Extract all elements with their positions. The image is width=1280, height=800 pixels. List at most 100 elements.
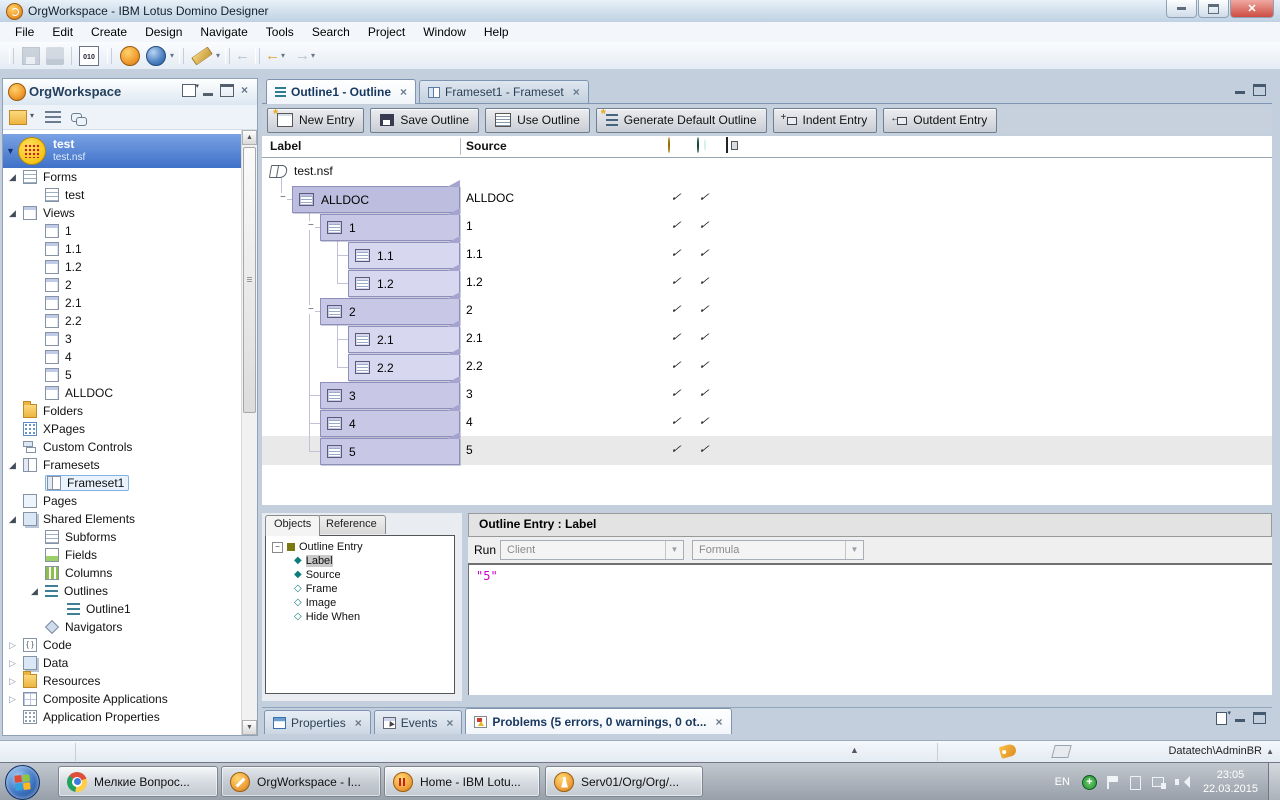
filter-icon[interactable]	[45, 111, 61, 124]
generate-default-outline-button[interactable]: Generate Default Outline	[596, 108, 767, 133]
new-entry-button[interactable]: New Entry	[267, 108, 364, 133]
dropdown-arrow-icon[interactable]: ▾	[170, 51, 174, 60]
menu-item-help[interactable]: Help	[475, 23, 518, 41]
close-tab-icon[interactable]: ×	[400, 87, 407, 97]
tree-item-navigators[interactable]: Navigators	[3, 618, 242, 636]
tree-item-forms[interactable]: ◢Forms	[3, 168, 242, 186]
objects-item-label[interactable]: ◆Label	[266, 554, 454, 568]
notes-visible-check[interactable]: ✓	[670, 414, 683, 428]
tree-item-2.2[interactable]: 2.2	[3, 312, 242, 330]
tree-item-views[interactable]: ◢Views	[3, 204, 242, 222]
expand-status-icon[interactable]: ▲	[850, 745, 859, 755]
collapse-toggle[interactable]: −	[279, 193, 287, 202]
tree-item-1.1[interactable]: 1.1	[3, 240, 242, 258]
scroll-down-icon[interactable]: ▼	[242, 720, 257, 735]
expander-icon[interactable]: ◢	[9, 460, 23, 470]
taskbar-button-мелкие-вопрос...[interactable]: Мелкие Вопрос...	[58, 766, 218, 797]
expander-icon[interactable]: ▷	[9, 676, 23, 686]
objects-item-source[interactable]: ◆Source	[266, 568, 454, 582]
menu-item-project[interactable]: Project	[359, 23, 414, 41]
minimize-button[interactable]	[1166, 0, 1197, 18]
outline-entry-2[interactable]: 2	[320, 298, 460, 325]
minimize-view-icon[interactable]	[203, 85, 213, 96]
notes-visible-check[interactable]: ✓	[670, 302, 683, 316]
tree-item-5[interactable]: 5	[3, 366, 242, 384]
web-visible-check[interactable]: ✓	[698, 218, 711, 232]
expander-icon[interactable]: ▼	[3, 146, 18, 156]
new-application-icon[interactable]	[9, 110, 27, 125]
tree-item-frameset1[interactable]: Frameset1	[3, 474, 242, 492]
tree-item-resources[interactable]: ▷Resources	[3, 672, 242, 690]
security-tag-icon[interactable]	[999, 743, 1018, 759]
bottom-tab-properties[interactable]: Properties×	[264, 710, 371, 734]
menu-item-search[interactable]: Search	[303, 23, 359, 41]
forward-arrow-icon[interactable]: →	[295, 47, 310, 65]
tree-item-pages[interactable]: Pages	[3, 492, 242, 510]
close-tab-icon[interactable]: ×	[573, 87, 580, 97]
close-view-icon[interactable]: ×	[241, 85, 253, 96]
tree-item-alldoc[interactable]: ALLDOC	[3, 384, 242, 402]
close-tab-icon[interactable]: ×	[355, 718, 362, 728]
outline-entry-2.2[interactable]: 2.2	[348, 354, 460, 381]
maximize-editor-icon[interactable]	[1253, 84, 1266, 96]
tree-item-code[interactable]: ▷Code	[3, 636, 242, 654]
save-icon[interactable]	[22, 47, 40, 65]
highlighter-icon[interactable]	[191, 46, 213, 65]
restore-button[interactable]	[1198, 0, 1229, 18]
tab-objects[interactable]: Objects	[265, 515, 320, 536]
tree-item-test[interactable]: test	[3, 186, 242, 204]
link-with-editor-icon[interactable]	[71, 113, 82, 122]
tree-item-2.1[interactable]: 2.1	[3, 294, 242, 312]
maximize-view-icon[interactable]	[220, 84, 234, 97]
tree-item-framesets[interactable]: ◢Framesets	[3, 456, 242, 474]
taskbar-button-orgworkspace-i...[interactable]: OrgWorkspace - I...	[221, 766, 381, 797]
menu-item-navigate[interactable]: Navigate	[191, 23, 256, 41]
outline-entry-alldoc[interactable]: ALLDOC	[292, 186, 460, 213]
tree-item-custom-controls[interactable]: Custom Controls	[3, 438, 242, 456]
menu-item-design[interactable]: Design	[136, 23, 191, 41]
objects-item-frame[interactable]: ◇Frame	[266, 582, 454, 596]
expander-icon[interactable]: ◢	[31, 586, 45, 596]
tree-item-fields[interactable]: Fields	[3, 546, 242, 564]
formula-editor[interactable]: "5"	[468, 563, 1272, 695]
current-user[interactable]: Datatech\AdminBR	[1168, 745, 1262, 757]
outline-entry-1[interactable]: 1	[320, 214, 460, 241]
minimize-panel-icon[interactable]	[1235, 719, 1245, 722]
language-indicator[interactable]: EN	[1055, 776, 1070, 788]
notes-visible-check[interactable]: ✓	[670, 190, 683, 204]
expander-icon[interactable]: ▷	[9, 694, 23, 704]
expander-icon[interactable]: ▷	[9, 640, 23, 650]
tree-item-xpages[interactable]: XPages	[3, 420, 242, 438]
dropdown-arrow-icon[interactable]: ▾	[281, 51, 285, 60]
tree-item-outlines[interactable]: ◢Outlines	[3, 582, 242, 600]
run-target-select[interactable]: Client ▼	[500, 540, 684, 560]
start-button[interactable]	[5, 765, 40, 800]
web-visible-check[interactable]: ✓	[698, 274, 711, 288]
tree-item-columns[interactable]: Columns	[3, 564, 242, 582]
menu-item-window[interactable]: Window	[414, 23, 475, 41]
close-tab-icon[interactable]: ×	[716, 717, 723, 727]
tree-item-shared-elements[interactable]: ◢Shared Elements	[3, 510, 242, 528]
language-select[interactable]: Formula ▼	[692, 540, 864, 560]
outline-entry-1.2[interactable]: 1.2	[348, 270, 460, 297]
menu-item-edit[interactable]: Edit	[43, 23, 82, 41]
bottom-tab-events[interactable]: Events×	[374, 710, 463, 734]
tree-item-application-properties[interactable]: Application Properties	[3, 708, 242, 726]
tree-item-1.2[interactable]: 1.2	[3, 258, 242, 276]
sidebar-scrollbar[interactable]: ▲ ▼	[241, 130, 257, 735]
binary-doc-icon[interactable]: 010	[79, 46, 99, 66]
tree-item-2[interactable]: 2	[3, 276, 242, 294]
dropdown-arrow-icon[interactable]: ▾	[311, 51, 315, 60]
print-icon[interactable]	[46, 47, 64, 65]
objects-item-image[interactable]: ◇Image	[266, 596, 454, 610]
notes-visible-check[interactable]: ✓	[670, 274, 683, 288]
web-visible-check[interactable]: ✓	[698, 358, 711, 372]
collapse-toggle[interactable]: −	[307, 221, 315, 230]
save-outline-button[interactable]: Save Outline	[370, 108, 479, 133]
close-tab-icon[interactable]: ×	[446, 718, 453, 728]
taskbar-clock[interactable]: 23:05 22.03.2015	[1203, 768, 1258, 796]
menu-item-tools[interactable]: Tools	[257, 23, 303, 41]
signature-icon[interactable]	[1051, 745, 1071, 758]
antivirus-icon[interactable]: +	[1082, 775, 1097, 790]
tree-item-test[interactable]: ▼testtest.nsf	[3, 134, 242, 168]
